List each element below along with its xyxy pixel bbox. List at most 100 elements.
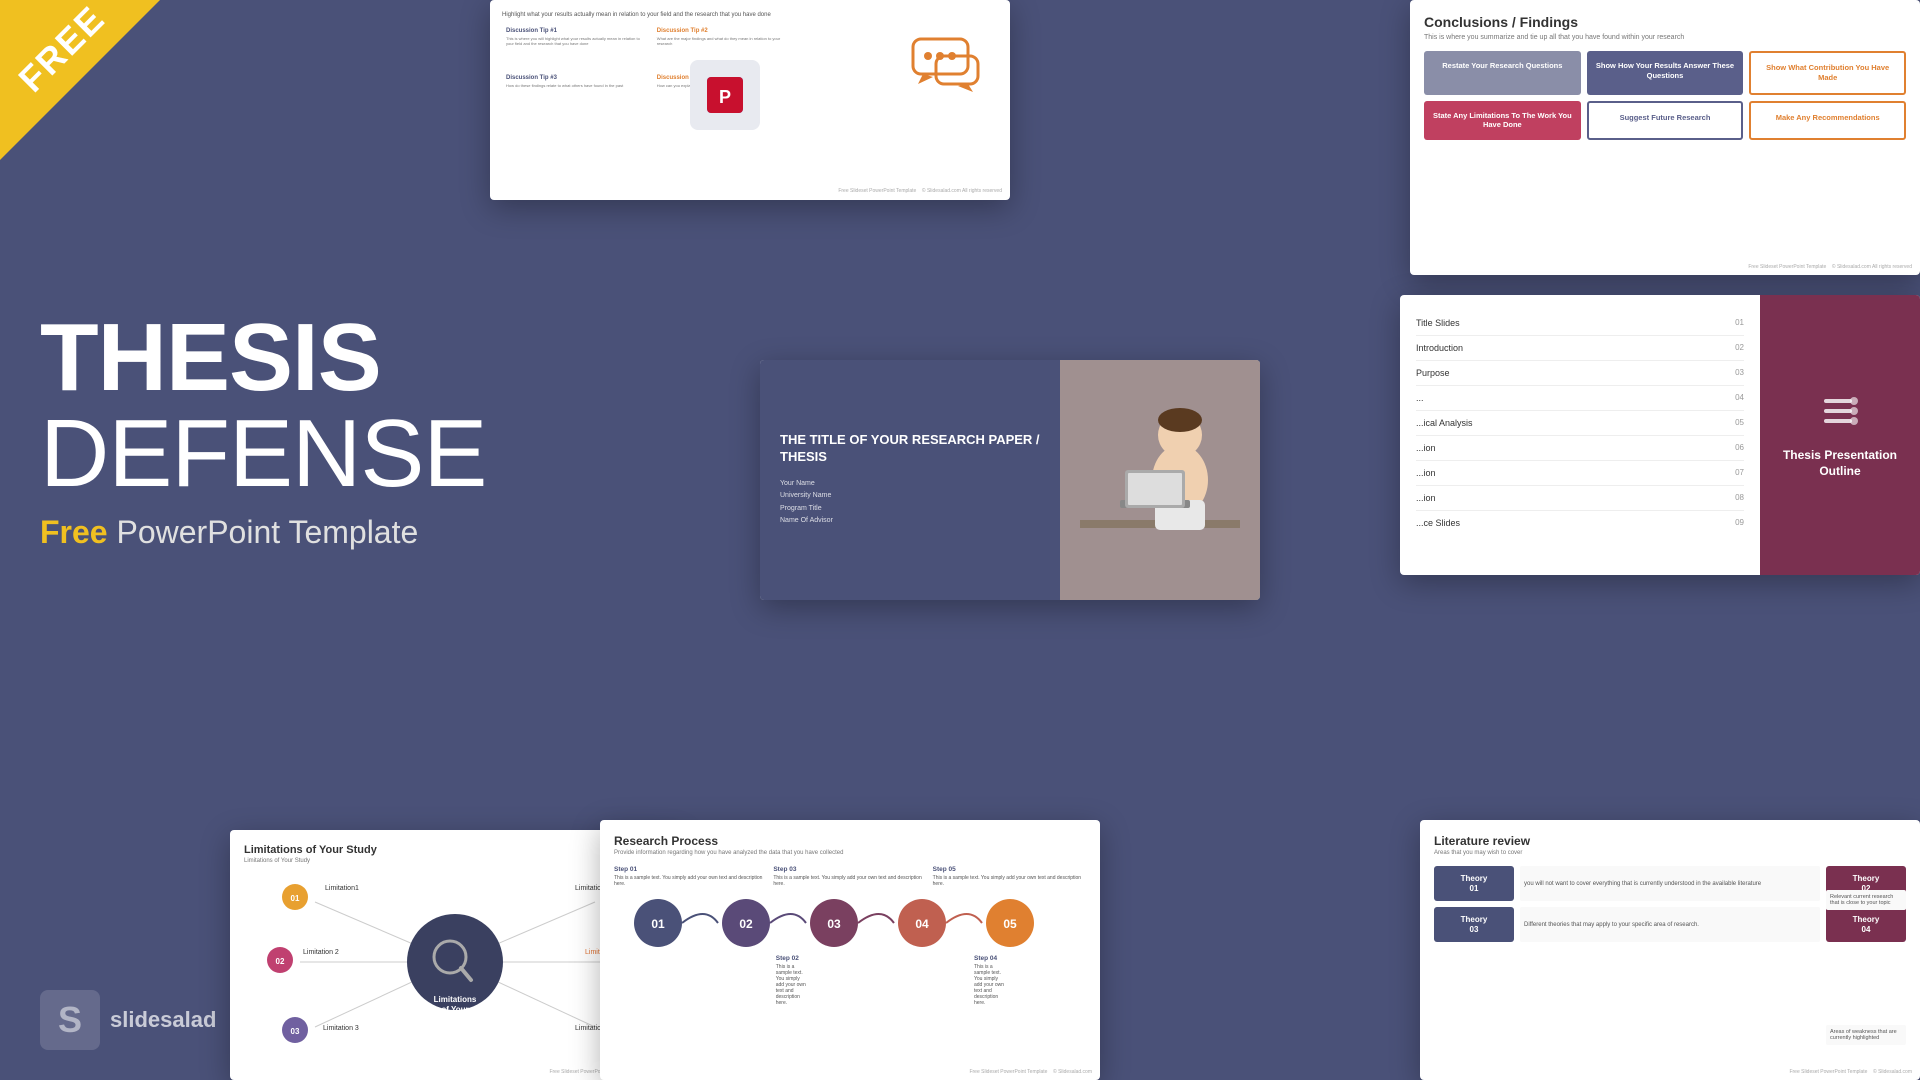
toc-item-3: Purpose 03 xyxy=(1416,361,1744,386)
svg-text:Study: Study xyxy=(444,1015,467,1024)
step-4: Step 04 This is a sample text. You simpl… xyxy=(974,955,1005,1006)
svg-text:P: P xyxy=(719,87,731,107)
theory-desc-1: you will not want to cover everything th… xyxy=(1520,866,1820,901)
toc-num-4: 04 xyxy=(1735,393,1744,403)
conclusions-title: Conclusions / Findings xyxy=(1424,14,1906,30)
chat-bubbles-icon xyxy=(908,34,988,94)
university-name: University Name xyxy=(780,490,1040,503)
conclusions-row1: Restate Your Research Questions Show How… xyxy=(1424,51,1906,95)
theory-desc-4: Areas of weakness that are currently hig… xyxy=(1826,1025,1906,1045)
title-slide-right xyxy=(1060,360,1260,600)
step-1: Step 01 This is a sample text. You simpl… xyxy=(614,866,767,887)
svg-text:02: 02 xyxy=(739,917,753,931)
subtitle-free: Free xyxy=(40,514,108,550)
toc-label-6: ...ion xyxy=(1416,443,1436,453)
svg-text:Limitations: Limitations xyxy=(434,995,477,1004)
svg-text:01: 01 xyxy=(291,894,300,903)
toc-num-6: 06 xyxy=(1735,443,1744,453)
research-steps-bottom: Step 02 This is a sample text. You simpl… xyxy=(614,955,1086,1006)
toc-num-3: 03 xyxy=(1735,368,1744,378)
svg-text:02: 02 xyxy=(276,957,285,966)
discussion-tip-3: Discussion Tip #3 How do these findings … xyxy=(502,71,649,109)
conc-card-6: Make Any Recommendations xyxy=(1749,101,1906,141)
toc-label-8: ...ion xyxy=(1416,493,1436,503)
svg-text:Limitation 2: Limitation 2 xyxy=(303,949,339,956)
toc-item-1: Title Slides 01 xyxy=(1416,311,1744,336)
title-defense: DEFENSE xyxy=(40,400,486,507)
conclusions-row2: State Any Limitations To The Work You Ha… xyxy=(1424,101,1906,141)
toc-item-2: Introduction 02 xyxy=(1416,336,1744,361)
your-name: Your Name xyxy=(780,478,1040,491)
svg-text:04: 04 xyxy=(915,917,929,931)
toc-right-panel: Thesis Presentation Outline xyxy=(1760,295,1920,575)
lit-title: Literature review xyxy=(1434,834,1906,848)
toc-num-8: 08 xyxy=(1735,493,1744,503)
step-3: Step 03 This is a sample text. You simpl… xyxy=(773,866,926,887)
conc-card-4: State Any Limitations To The Work You Ha… xyxy=(1424,101,1581,141)
toc-label-1: Title Slides xyxy=(1416,318,1460,328)
toc-num-9: 09 xyxy=(1735,518,1744,528)
svg-text:01: 01 xyxy=(651,917,665,931)
toc-label-7: ...ion xyxy=(1416,468,1436,478)
title-meta: Your Name University Name Program Title … xyxy=(780,478,1040,528)
research-footer: Free Slideset PowerPoint Template © Slid… xyxy=(969,1069,1092,1075)
theory-box-3: Theory03 xyxy=(1434,907,1514,942)
lit-row2: Theory03 Different theories that may app… xyxy=(1434,907,1906,942)
toc-label-5: ...ical Analysis xyxy=(1416,418,1473,428)
toc-right-title: Thesis Presentation Outline xyxy=(1776,448,1904,479)
toc-label-3: Purpose xyxy=(1416,368,1450,378)
lit-subtitle: Areas that you may wish to cover xyxy=(1434,850,1906,856)
toc-right-icon xyxy=(1820,391,1860,436)
toc-item-6: ...ion 06 xyxy=(1416,436,1744,461)
conc-card-2: Show How Your Results Answer These Quest… xyxy=(1587,51,1744,95)
svg-text:03: 03 xyxy=(291,1027,300,1036)
theory-box-4: Theory04 xyxy=(1826,907,1906,942)
svg-text:Limitation1: Limitation1 xyxy=(325,885,359,892)
step-5: Step 05 This is a sample text. You simpl… xyxy=(933,866,1086,887)
subtitle-rest: PowerPoint Template xyxy=(108,514,419,550)
toc-item-8: ...ion 08 xyxy=(1416,486,1744,511)
tip3-title: Discussion Tip #3 xyxy=(506,75,645,81)
conclusions-subtitle: This is where you summarize and tie up a… xyxy=(1424,34,1906,41)
step-2: Step 02 This is a sample text. You simpl… xyxy=(776,955,807,1006)
tip2-title: Discussion Tip #2 xyxy=(657,28,796,34)
toc-item-9: ...ce Slides 09 xyxy=(1416,511,1744,535)
ppt-icon: P xyxy=(690,60,760,130)
svg-text:Limitation 3: Limitation 3 xyxy=(323,1025,359,1032)
toc-item-7: ...ion 07 xyxy=(1416,461,1744,486)
process-circles: 01 02 03 04 05 xyxy=(614,895,1086,951)
slide-toc: Title Slides 01 Introduction 02 Purpose … xyxy=(1400,295,1920,575)
title-slide-left: THE TITLE OF YOUR RESEARCH PAPER / THESI… xyxy=(760,360,1060,600)
theory-desc-3: Different theories that may apply to you… xyxy=(1520,907,1820,942)
conc-card-3: Show What Contribution You Have Made xyxy=(1749,51,1906,95)
research-steps-top: Step 01 This is a sample text. You simpl… xyxy=(614,866,1086,887)
person-photo xyxy=(1060,360,1260,600)
toc-num-7: 07 xyxy=(1735,468,1744,478)
toc-num-5: 05 xyxy=(1735,418,1744,428)
toc-item-4: ... 04 xyxy=(1416,386,1744,411)
conc-card-5: Suggest Future Research xyxy=(1587,101,1744,141)
advisor-name: Name Of Advisor xyxy=(780,515,1040,528)
brand-name: slidesalad xyxy=(110,1007,216,1033)
slide-discussion: Highlight what your results actually mea… xyxy=(490,0,1010,200)
subtitle: Free PowerPoint Template xyxy=(40,514,740,551)
brand-logo: S xyxy=(40,990,100,1050)
discussion-tip-1: Discussion Tip #1 This is where you will… xyxy=(502,24,649,67)
tip1-body: This is where you will highlight what yo… xyxy=(506,36,645,46)
main-title: THESIS DEFENSE xyxy=(40,310,740,502)
theory-box-1: Theory01 xyxy=(1434,866,1514,901)
toc-label-2: Introduction xyxy=(1416,343,1463,353)
toc-num-1: 01 xyxy=(1735,318,1744,328)
slide-literature: Literature review Areas that you may wis… xyxy=(1420,820,1920,1080)
lit-footer: Free Slideset PowerPoint Template © Slid… xyxy=(1789,1069,1912,1075)
program-title: Program Title xyxy=(780,503,1040,516)
research-title: Research Process xyxy=(614,834,1086,848)
toc-label-4: ... xyxy=(1416,393,1424,403)
toc-label-9: ...ce Slides xyxy=(1416,518,1460,528)
svg-text:of Your: of Your xyxy=(441,1005,468,1014)
slide-research: Research Process Provide information reg… xyxy=(600,820,1100,1080)
toc-num-2: 02 xyxy=(1735,343,1744,353)
svg-text:05: 05 xyxy=(1003,917,1017,931)
tip3-body: How do these findings relate to what oth… xyxy=(506,83,645,88)
paper-title: THE TITLE OF YOUR RESEARCH PAPER / THESI… xyxy=(780,432,1040,466)
